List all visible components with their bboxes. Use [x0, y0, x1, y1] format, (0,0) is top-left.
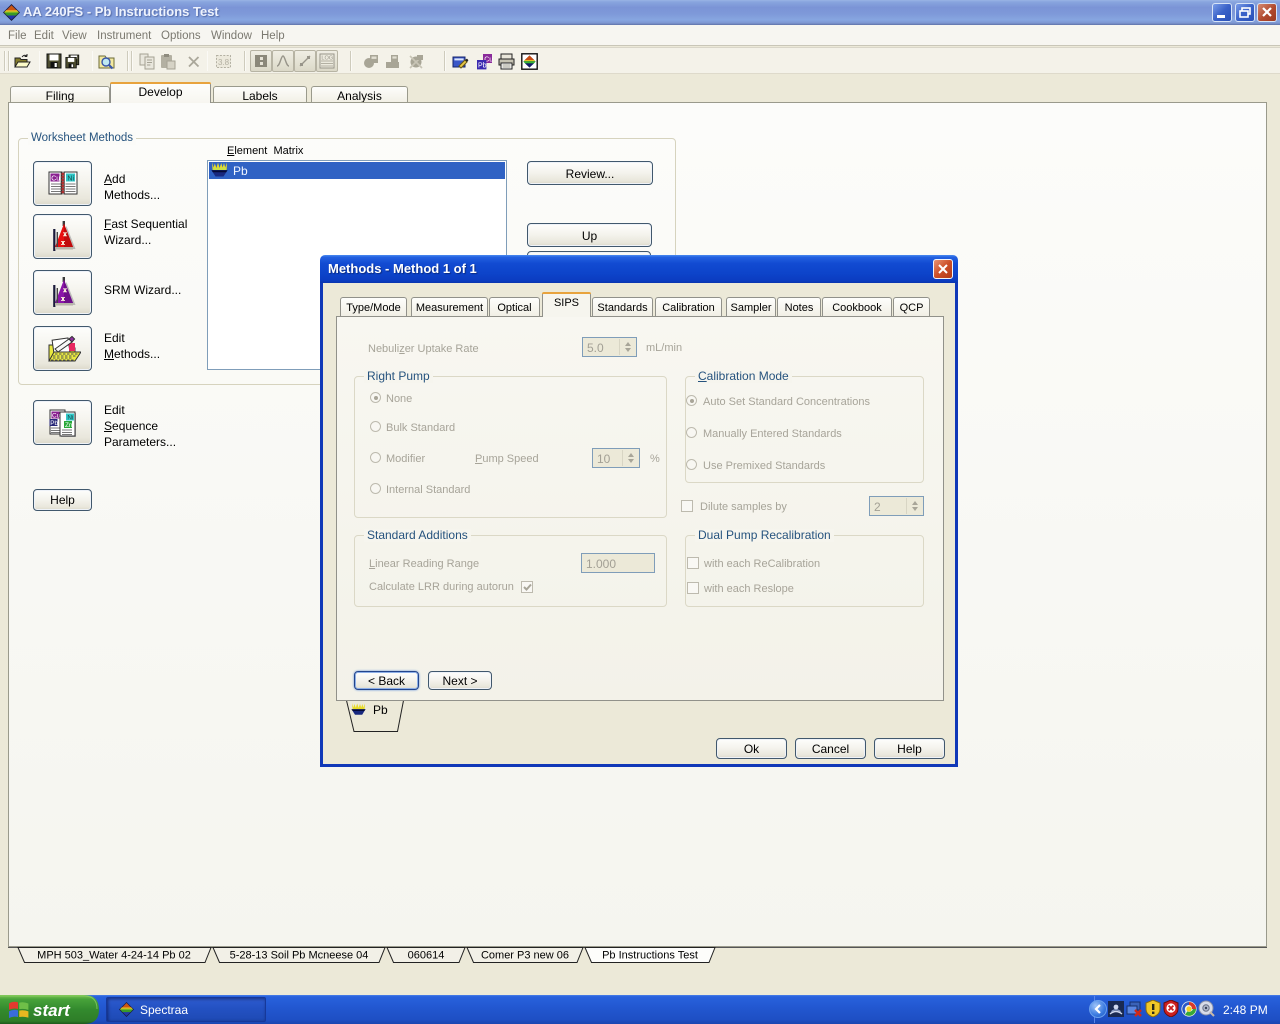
svg-text:Cu: Cu	[51, 175, 60, 182]
svg-text:Cu: Cu	[52, 412, 61, 419]
svg-text:MPH 503_Water 4-24-14 Pb 02: MPH 503_Water 4-24-14 Pb 02	[37, 950, 191, 962]
svg-text:Ni: Ni	[67, 175, 74, 182]
svg-text:Pb: Pb	[373, 703, 388, 717]
svg-text:3.8: 3.8	[218, 58, 230, 67]
svg-text:Pb Instructions Test: Pb Instructions Test	[602, 950, 698, 962]
svg-text:Pb: Pb	[478, 63, 487, 70]
svg-text:060614: 060614	[408, 950, 445, 962]
svg-text:Ni: Ni	[67, 414, 73, 421]
svg-text:start: start	[33, 1001, 71, 1020]
svg-text:Pb: Pb	[50, 420, 58, 427]
svg-text:5-28-13 Soil Pb Mcneese 04: 5-28-13 Soil Pb Mcneese 04	[230, 950, 369, 962]
svg-text:Comer P3 new 06: Comer P3 new 06	[481, 950, 569, 962]
svg-text:Zn: Zn	[65, 422, 73, 429]
